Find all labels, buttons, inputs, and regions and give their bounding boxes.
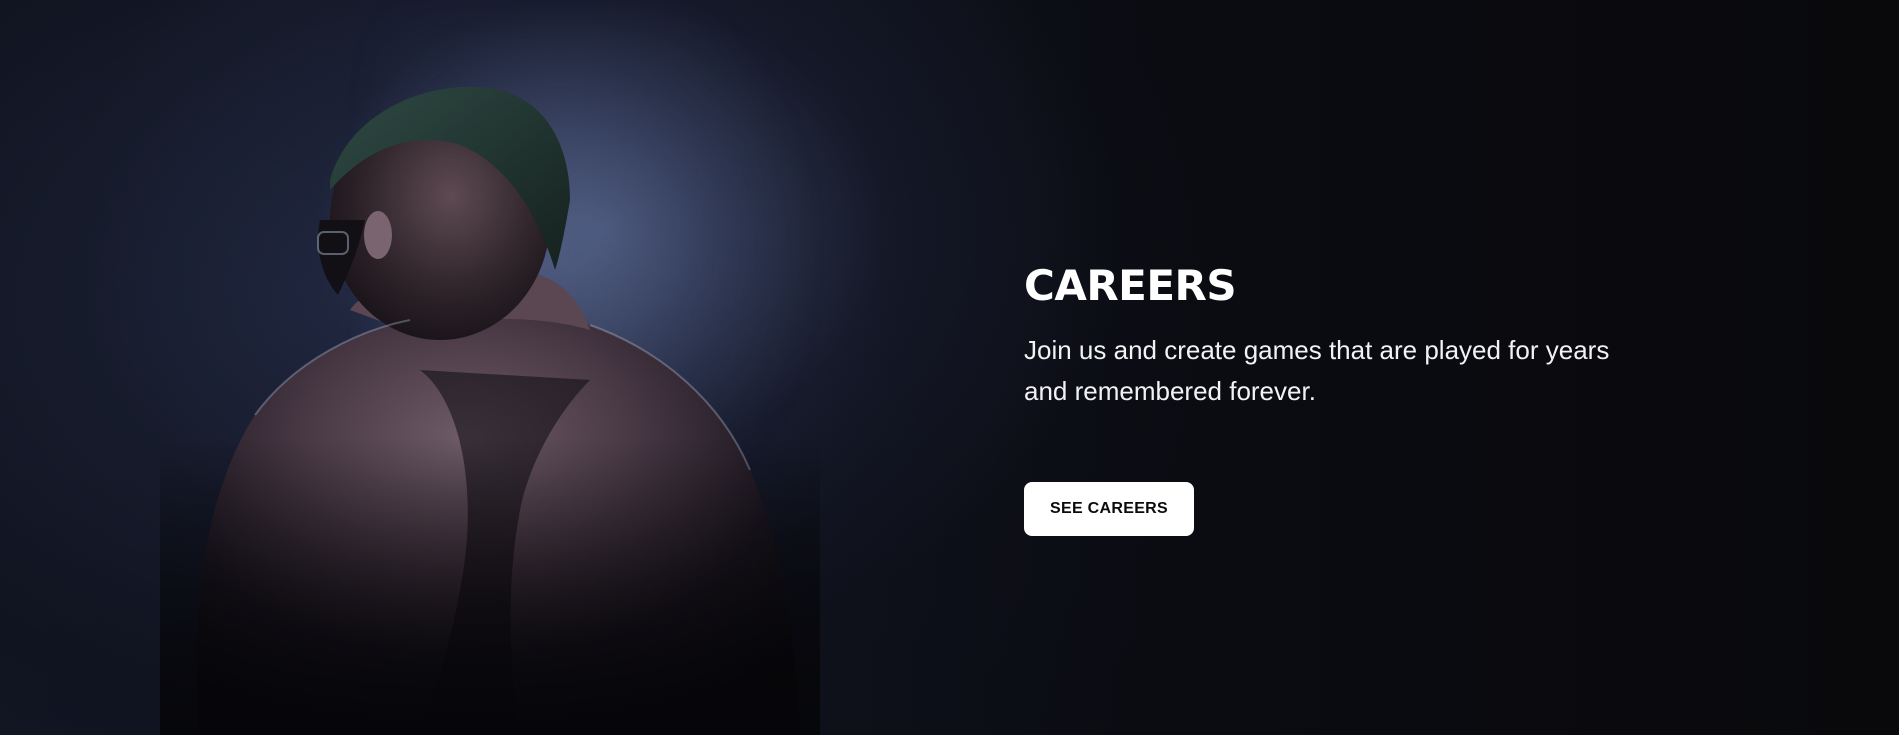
page-title: CAREERS [1024, 261, 1237, 310]
boxer-character-image [160, 70, 820, 735]
hero-description: Join us and create games that are played… [1024, 335, 1610, 406]
careers-hero: CAREERS Join us and create games that ar… [0, 0, 1899, 735]
see-careers-button[interactable]: SEE CAREERS [1024, 482, 1194, 536]
hero-content: CAREERS Join us and create games that ar… [1024, 262, 1644, 536]
